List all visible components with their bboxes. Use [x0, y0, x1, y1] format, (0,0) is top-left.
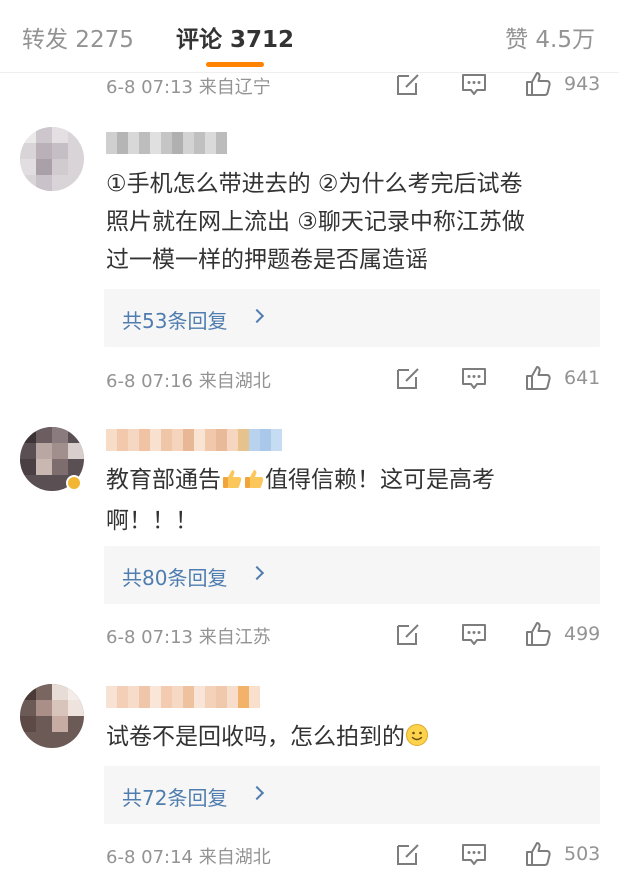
smile-icon [405, 721, 429, 759]
thumbs-up-icon[interactable] [524, 364, 552, 392]
comment-meta-row: 6-8 07:13 来自江苏 499 [0, 620, 619, 650]
replies-count-label: 共72条回复 [122, 786, 228, 810]
username-blurred[interactable] [106, 429, 282, 451]
edit-icon[interactable] [394, 840, 422, 868]
thumbs-up-icon [243, 464, 265, 502]
username-blurred[interactable] [106, 686, 260, 708]
chevron-right-icon [249, 785, 265, 801]
comment-text-line: 照片就在网上流出 ③聊天记录中称江苏做 [106, 209, 525, 235]
replies-link[interactable]: 共72条回复 [104, 766, 600, 824]
like-count: 641 [564, 367, 601, 389]
tab-repost[interactable]: 转发 2275 [22, 20, 134, 54]
comment-icon[interactable] [460, 840, 488, 868]
comment-icon[interactable] [460, 70, 488, 98]
replies-count-label: 共80条回复 [122, 566, 228, 590]
username-blurred[interactable] [106, 132, 227, 154]
comment-text: 试卷不是回收吗，怎么拍到的 [106, 718, 596, 759]
thumbs-up-icon[interactable] [524, 620, 552, 648]
tab-comment[interactable]: 评论 3712 [176, 20, 294, 54]
comment-text: ①手机怎么带进去的 ②为什么考完后试卷 照片就在网上流出 ③聊天记录中称江苏做 … [106, 165, 596, 279]
comment-tab-bar: 转发 2275 评论 3712 赞 4.5万 [0, 0, 619, 72]
chevron-right-icon [249, 308, 265, 324]
comment-text-line: 试卷不是回收吗，怎么拍到的 [106, 718, 596, 759]
thumbs-up-icon[interactable] [524, 840, 552, 868]
comment-time-source: 6-8 07:14 来自湖北 [106, 847, 271, 868]
comment-text: 教育部通告 值得信赖！这可是高考 啊！！！ [106, 461, 596, 540]
comment-meta-row: 6-8 07:16 来自湖北 641 [0, 364, 619, 394]
comment-icon[interactable] [460, 620, 488, 648]
comment-time-source: 6-8 07:13 来自辽宁 [106, 77, 271, 98]
comment-text-line: 啊！！！ [106, 508, 198, 534]
edit-icon[interactable] [394, 620, 422, 648]
edit-icon[interactable] [394, 364, 422, 392]
comment-icon[interactable] [460, 364, 488, 392]
like-count: 499 [564, 623, 601, 645]
verified-badge-icon [66, 475, 82, 491]
avatar[interactable] [20, 127, 84, 191]
edit-icon[interactable] [394, 70, 422, 98]
thumbs-up-icon[interactable] [524, 70, 552, 98]
replies-link[interactable]: 共53条回复 [104, 289, 600, 347]
tab-like[interactable]: 赞 4.5万 [505, 20, 595, 54]
avatar[interactable] [20, 684, 84, 748]
chevron-right-icon [249, 565, 265, 581]
comment-time-source: 6-8 07:16 来自湖北 [106, 371, 271, 392]
replies-link[interactable]: 共80条回复 [104, 546, 600, 604]
replies-count-label: 共53条回复 [122, 309, 228, 333]
like-count: 943 [564, 73, 601, 95]
thumbs-up-icon [221, 464, 243, 502]
comment-meta-row: 6-8 07:14 来自湖北 503 [0, 840, 619, 870]
comment-meta-row: 6-8 07:13 来自辽宁 943 [0, 70, 619, 100]
comment-text-line: ①手机怎么带进去的 ②为什么考完后试卷 [106, 171, 523, 197]
like-count: 503 [564, 843, 601, 865]
comment-text-line: 过一模一样的押题卷是否属造谣 [106, 247, 428, 273]
comment-text-line: 教育部通告 值得信赖！这可是高考 [106, 461, 596, 502]
comment-time-source: 6-8 07:13 来自江苏 [106, 627, 271, 648]
active-tab-indicator [206, 62, 264, 67]
